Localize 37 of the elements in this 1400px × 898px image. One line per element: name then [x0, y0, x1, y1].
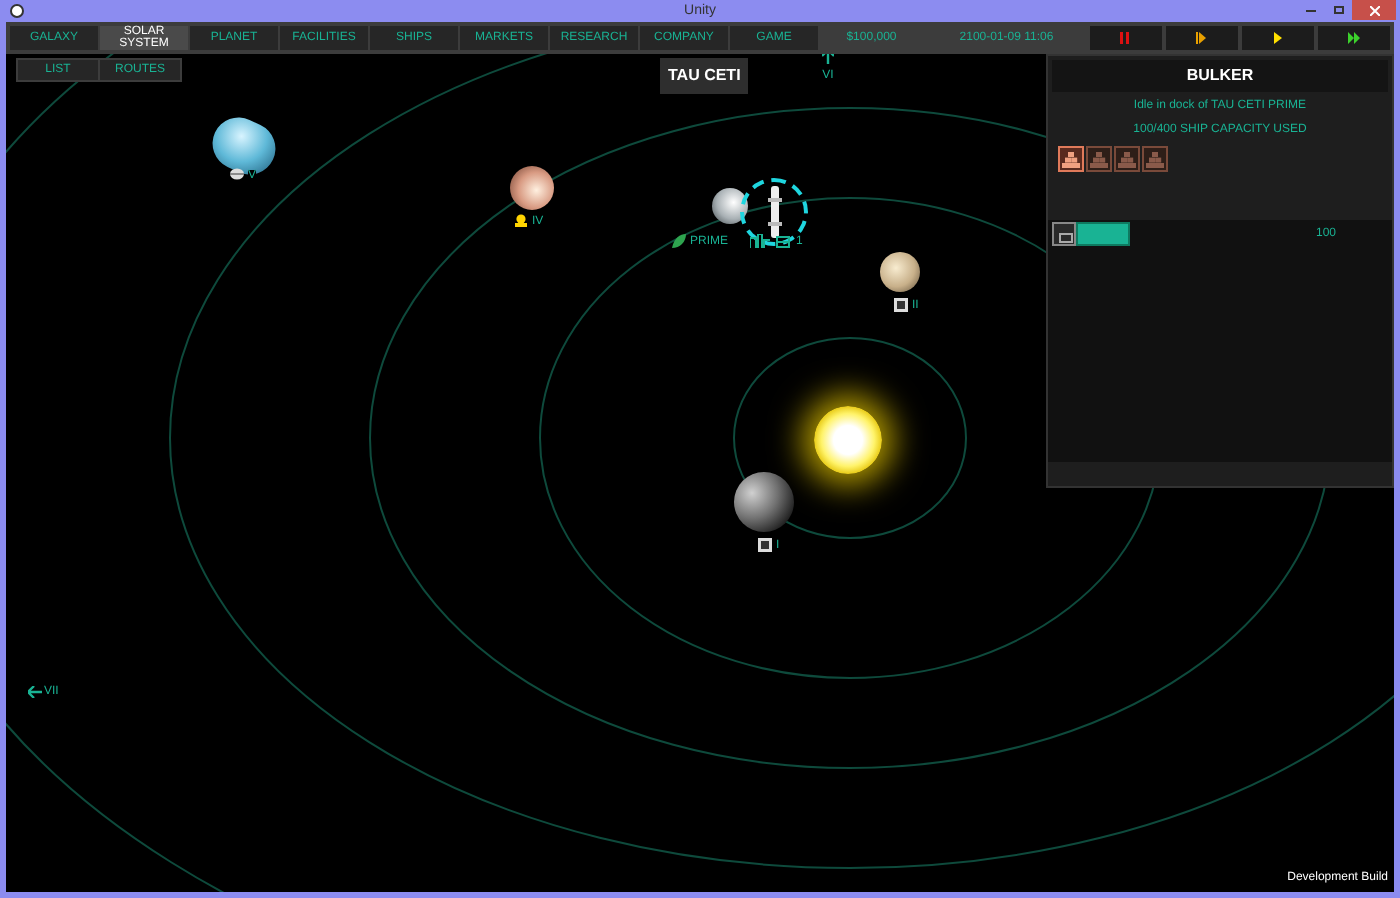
crate-stack-icon	[1118, 151, 1136, 167]
crate-stack-icon	[1146, 151, 1164, 167]
crate-stack-icon	[1062, 151, 1080, 167]
sun[interactable]	[814, 406, 882, 474]
leaf-icon	[672, 234, 686, 248]
app-icon	[10, 4, 24, 18]
ship-selection-ring[interactable]	[740, 178, 808, 246]
planet[interactable]	[510, 166, 554, 210]
cargo-slot[interactable]	[1114, 146, 1140, 172]
speed-button[interactable]	[1166, 26, 1238, 50]
cargo-slot[interactable]	[1058, 146, 1084, 172]
close-icon	[1369, 5, 1379, 15]
close-button[interactable]	[1352, 0, 1396, 20]
crate-stack-icon	[1090, 151, 1108, 167]
play-icon	[1272, 32, 1284, 44]
dock-icon	[750, 234, 770, 248]
cargo-slot[interactable]	[1142, 146, 1168, 172]
ringed-planet-icon	[230, 168, 244, 182]
station-icon	[758, 538, 772, 552]
ship-icon	[767, 186, 781, 238]
station-icon	[894, 298, 908, 312]
up-arrow-icon[interactable]	[822, 54, 834, 64]
planet[interactable]	[712, 188, 748, 224]
left-arrow-icon[interactable]	[28, 686, 42, 698]
planet[interactable]	[880, 252, 920, 292]
cargo-slot[interactable]	[1086, 146, 1112, 172]
speed-button[interactable]	[1242, 26, 1314, 50]
pause-icon	[1120, 32, 1132, 44]
moon[interactable]	[734, 472, 794, 532]
panel-title: BULKER	[1052, 60, 1388, 92]
play-icon	[1196, 32, 1208, 44]
speed-button[interactable]	[1318, 26, 1390, 50]
fast-forward-icon	[1348, 32, 1360, 44]
cargo-icon	[776, 235, 790, 247]
cargo-item-icon	[1052, 222, 1076, 246]
alien-icon	[514, 214, 528, 228]
system-name: TAU CETI	[660, 58, 749, 94]
